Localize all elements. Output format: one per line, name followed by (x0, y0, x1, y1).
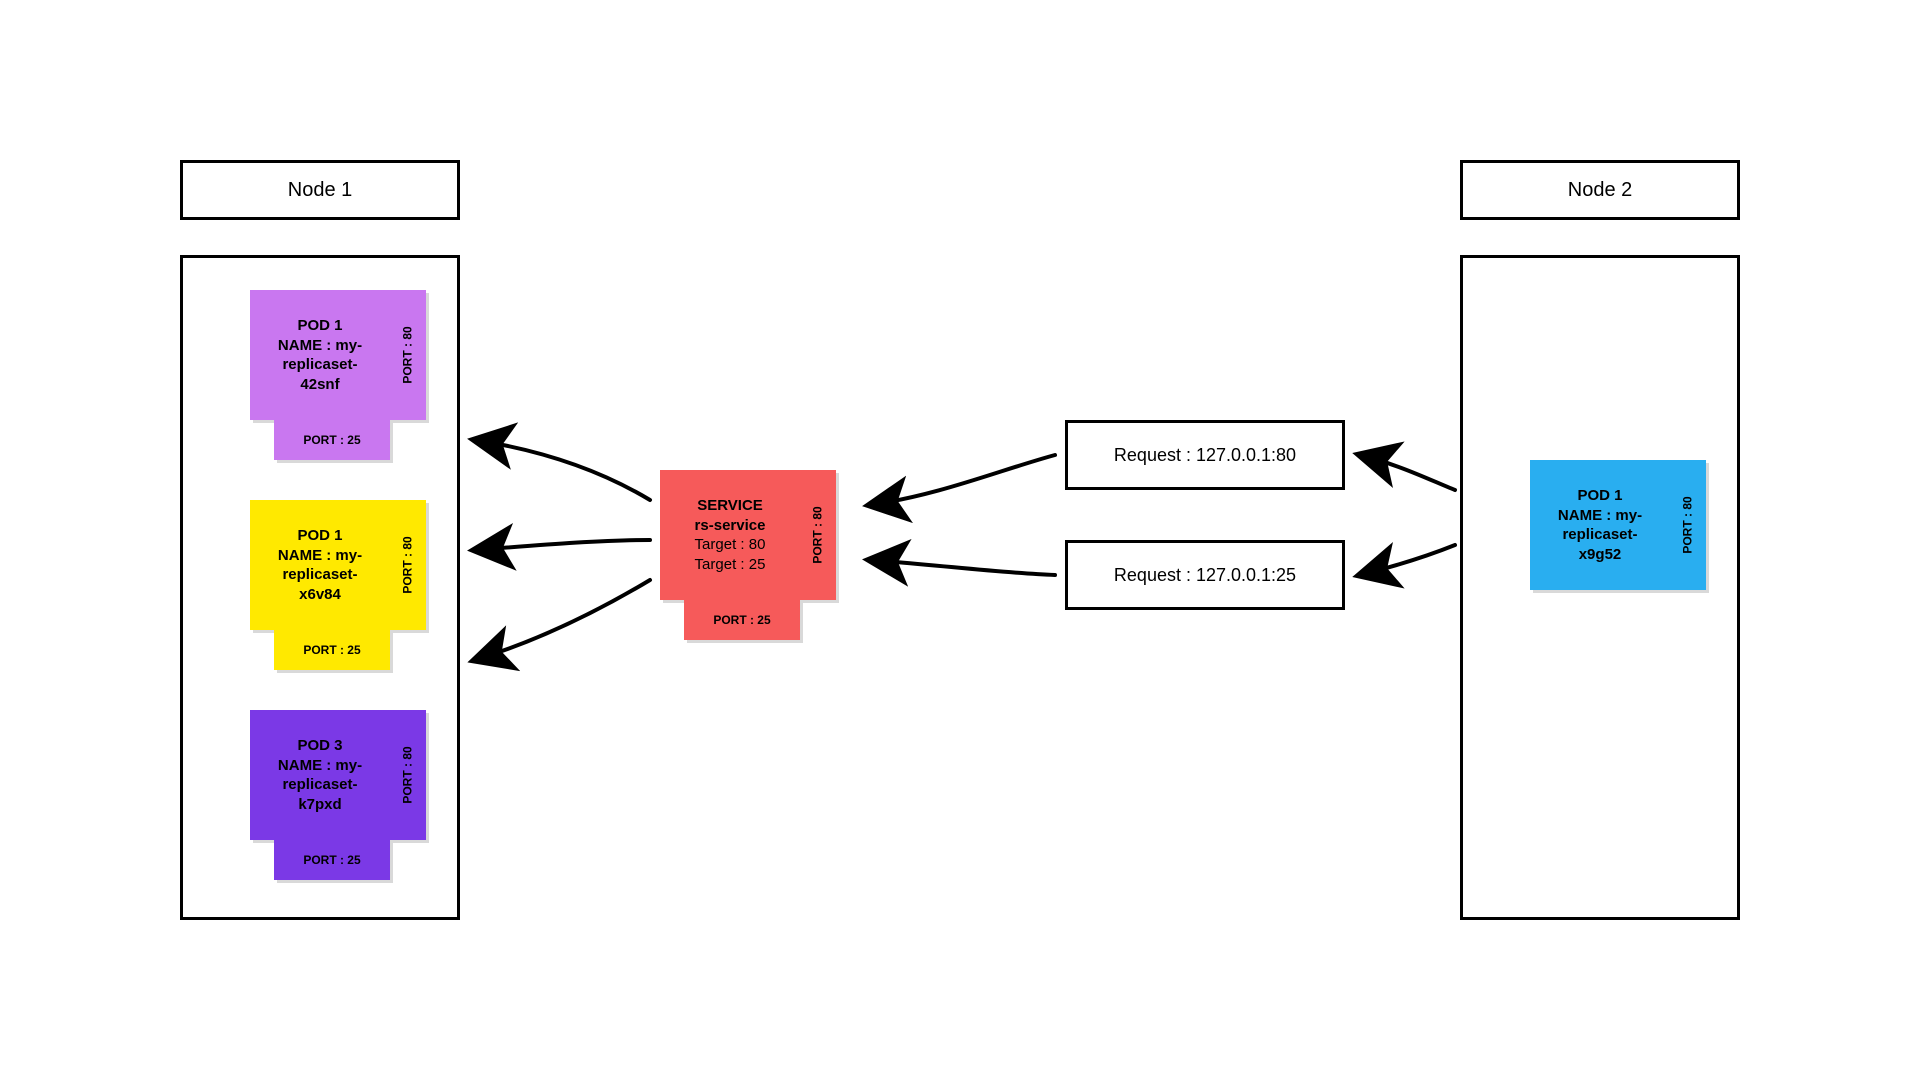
pod-title: POD 1 (260, 526, 380, 546)
request-80: Request : 127.0.0.1:80 (1065, 420, 1345, 490)
pod-name-2: replicaset- (260, 565, 380, 585)
arrow-req80-to-service (870, 455, 1055, 505)
service-target-2: Target : 25 (670, 555, 790, 575)
arrow-service-to-pod1 (475, 440, 650, 500)
node1-title: Node 1 (288, 179, 353, 202)
diagram-canvas: Node 1 POD 1 NAME : my- replicaset- 42sn… (0, 0, 1920, 1080)
pod-name-3: 42snf (260, 375, 380, 395)
pod-name-1: NAME : my- (260, 756, 380, 776)
arrow-service-to-pod2 (475, 540, 650, 550)
service-name: rs-service (670, 516, 790, 536)
pod-port-right: PORT : 80 (401, 536, 415, 593)
node1-header: Node 1 (180, 160, 460, 220)
pod-name-3: k7pxd (260, 795, 380, 815)
pod-port-right: PORT : 80 (401, 326, 415, 383)
pod-name-2: replicaset- (1540, 525, 1660, 545)
pod-port-bottom: PORT : 25 (303, 853, 360, 867)
pod-name-3: x6v84 (260, 585, 380, 605)
pod-port-bottom: PORT : 25 (303, 643, 360, 657)
request-25: Request : 127.0.0.1:25 (1065, 540, 1345, 610)
pod-name-2: replicaset- (260, 355, 380, 375)
pod-port-bottom: PORT : 25 (303, 433, 360, 447)
pod-name-3: x9g52 (1540, 545, 1660, 565)
pod-name-1: NAME : my- (260, 336, 380, 356)
pod-title: POD 3 (260, 736, 380, 756)
arrow-service-to-pod3 (475, 580, 650, 660)
arrow-node2-to-req25 (1360, 545, 1455, 575)
arrow-node2-to-req80 (1360, 455, 1455, 490)
pod-port-right: PORT : 80 (401, 746, 415, 803)
pod-title: POD 1 (260, 316, 380, 336)
pod-name-2: replicaset- (260, 775, 380, 795)
service-port-bottom: PORT : 25 (713, 613, 770, 627)
request-25-label: Request : 127.0.0.1:25 (1114, 565, 1296, 586)
service-port-right: PORT : 80 (811, 506, 825, 563)
pod-title: POD 1 (1540, 486, 1660, 506)
pod-port-right: PORT : 80 (1681, 496, 1695, 553)
service-title: SERVICE (670, 496, 790, 516)
pod-name-1: NAME : my- (260, 546, 380, 566)
request-80-label: Request : 127.0.0.1:80 (1114, 445, 1296, 466)
arrow-req25-to-service (870, 560, 1055, 575)
pod-name-1: NAME : my- (1540, 506, 1660, 526)
node2-title: Node 2 (1568, 179, 1633, 202)
service-target-1: Target : 80 (670, 535, 790, 555)
node2-header: Node 2 (1460, 160, 1740, 220)
